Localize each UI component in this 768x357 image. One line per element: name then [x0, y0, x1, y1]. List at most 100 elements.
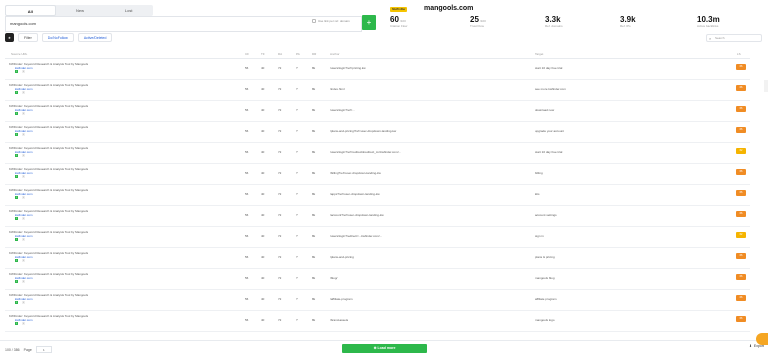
row-anchor-url[interactable]: /users/login?ref=... [330, 108, 355, 112]
dofollow-badge: • [15, 70, 18, 73]
table-row[interactable]: KWFinder: Keyword Research & Analysis To… [5, 290, 750, 311]
row-anchor-url[interactable]: /users/login?ref=pricing.kw [330, 66, 366, 70]
include-label: Use link per ref. domain [318, 19, 350, 23]
table-row[interactable]: KWFinder: Keyword Research & Analysis To… [5, 227, 750, 248]
stat-ref-ips: 3.9k Ref. IPs [620, 15, 636, 28]
row-target-text: download now [535, 108, 555, 112]
row-target-text: see more kwfinder.com [535, 87, 566, 91]
row-dr: 8k [312, 108, 316, 112]
side-panel-handle[interactable] [764, 80, 768, 92]
row-anchor-url[interactable]: /blog/ [330, 276, 337, 280]
row-score-badge: 66 [736, 190, 746, 196]
col-anchor[interactable]: Anchor [330, 52, 340, 56]
help-chat-button[interactable] [756, 333, 768, 345]
row-da: 72 [278, 129, 282, 133]
table-row[interactable]: KWFinder: Keyword Research & Analysis To… [5, 101, 750, 122]
dofollow-badge: • [15, 133, 18, 136]
row-pa: ? [296, 276, 298, 280]
row-anchor-url[interactable]: /apps?ref=user-dropdown-landing-kw [330, 192, 380, 196]
table-row[interactable]: KWFinder: Keyword Research & Analysis To… [5, 269, 750, 290]
row-tf: 40 [261, 276, 265, 280]
row-score-badge: 66 [736, 211, 746, 217]
table-row[interactable]: KWFinder: Keyword Research & Analysis To… [5, 59, 750, 80]
row-anchor-url[interactable]: /plans-and-pricing?ref=user-dropdown-lan… [330, 129, 396, 133]
status-badge: • [22, 280, 25, 283]
row-anchor-url[interactable]: /users/login?redirect=...kwfinder.com/..… [330, 234, 382, 238]
table-row[interactable]: KWFinder: Keyword Research & Analysis To… [5, 80, 750, 101]
row-cf: 56 [245, 297, 249, 301]
col-da[interactable]: DA [278, 52, 282, 56]
pagination: 100 / 386 Page 1 [5, 346, 52, 353]
include-checkbox[interactable] [312, 19, 316, 23]
row-anchor-url[interactable]: /index.html [330, 87, 345, 91]
row-cf: 56 [245, 108, 249, 112]
table-row[interactable]: KWFinder: Keyword Research & Analysis To… [5, 311, 750, 332]
row-score-badge: 66 [736, 169, 746, 175]
table-search-input[interactable]: ⌕ Search [706, 34, 762, 42]
row-target-text: start 10 day free trial [535, 150, 563, 154]
row-tf: 40 [261, 150, 265, 154]
row-anchor-url[interactable]: /billing?ref=user-dropdown-landing-kw [330, 171, 381, 175]
row-tf: 40 [261, 213, 265, 217]
status-badge: • [22, 175, 25, 178]
tab-all[interactable]: All [5, 5, 56, 16]
row-da: 72 [278, 87, 282, 91]
row-score-badge: 66 [736, 64, 746, 70]
table-row[interactable]: KWFinder: Keyword Research & Analysis To… [5, 248, 750, 269]
row-pa: ? [296, 234, 298, 238]
col-ls[interactable]: LS [737, 52, 741, 56]
row-anchor-url[interactable]: /plans-and-pricing [330, 255, 354, 259]
tab-new[interactable]: New [56, 5, 105, 16]
col-tf[interactable]: TF [261, 52, 265, 56]
include-option[interactable]: Use link per ref. domain [312, 19, 350, 23]
page-label: Page [23, 347, 32, 352]
row-dr: 8k [312, 192, 316, 196]
table-row[interactable]: KWFinder: Keyword Research & Analysis To… [5, 206, 750, 227]
dofollow-badge: • [15, 196, 18, 199]
status-badge: • [22, 91, 25, 94]
row-target-text: kits [535, 192, 540, 196]
col-dr[interactable]: DR [312, 52, 316, 56]
status-badge: • [22, 133, 25, 136]
row-pa: ? [296, 150, 298, 154]
status-badge: • [22, 196, 25, 199]
row-pa: ? [296, 87, 298, 91]
row-anchor-url[interactable]: /brand-assets [330, 318, 348, 322]
load-more-button[interactable]: ⊕ Load more [342, 344, 427, 353]
table-row[interactable]: KWFinder: Keyword Research & Analysis To… [5, 164, 750, 185]
row-dr: 8k [312, 87, 316, 91]
col-target[interactable]: Target [535, 52, 543, 56]
row-pa: ? [296, 192, 298, 196]
row-anchor-url[interactable]: /users/login?ref=redirect&redirect_to=kw… [330, 150, 401, 154]
row-anchor-url[interactable]: /affiliate-program [330, 297, 352, 301]
table-row[interactable]: KWFinder: Keyword Research & Analysis To… [5, 143, 750, 164]
table-row[interactable]: KWFinder: Keyword Research & Analysis To… [5, 122, 750, 143]
col-source-url[interactable]: Source URL [11, 52, 27, 56]
row-anchor-url[interactable]: /account?ref=user-dropdown-landing-kw [330, 213, 384, 217]
table-row[interactable]: KWFinder: Keyword Research & Analysis To… [5, 185, 750, 206]
row-dr: 8k [312, 129, 316, 133]
dofollow-badge: • [15, 322, 18, 325]
star-filter-button[interactable]: ★ [5, 33, 14, 42]
row-dr: 8k [312, 213, 316, 217]
col-pa[interactable]: PA [296, 52, 300, 56]
row-score-badge: 66 [736, 253, 746, 259]
status-badge: • [22, 259, 25, 262]
page-input[interactable]: 1 [35, 346, 52, 353]
row-tf: 40 [261, 297, 265, 301]
domain-search-input[interactable]: mangools.com [5, 16, 362, 32]
search-go-button[interactable]: + [362, 15, 376, 30]
row-tf: 40 [261, 318, 265, 322]
col-cf[interactable]: CF [245, 52, 249, 56]
dofollow-dropdown[interactable]: Do/NoFollow [41, 33, 74, 42]
tab-lost[interactable]: Lost [104, 5, 153, 16]
row-pa: ? [296, 129, 298, 133]
stat-trust-flow: 25/100 Trust Flow [470, 15, 486, 28]
row-cf: 56 [245, 234, 249, 238]
filter-button[interactable]: Filter [18, 33, 38, 42]
status-badge: • [22, 322, 25, 325]
tab-bar: All New Lost [5, 5, 153, 16]
active-deleted-dropdown[interactable]: Active/Deleted [77, 33, 113, 42]
row-tf: 40 [261, 234, 265, 238]
row-dr: 8k [312, 255, 316, 259]
